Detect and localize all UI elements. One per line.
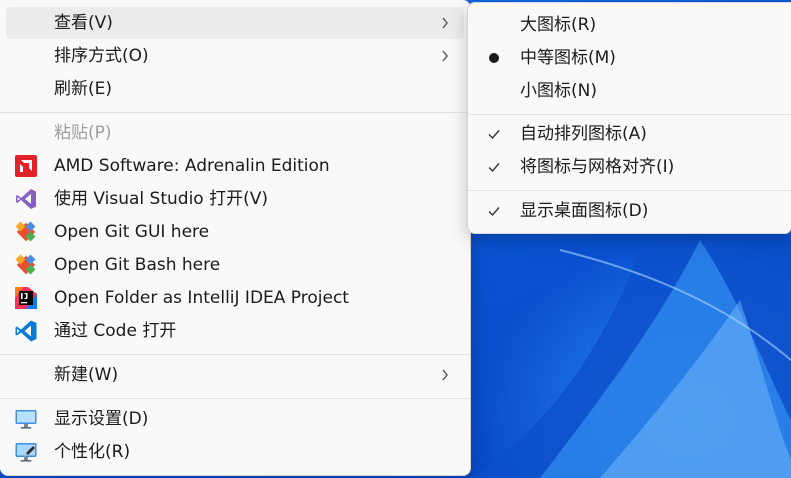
submenu-item-medium-icons-label: 中等图标(M) — [520, 48, 616, 68]
menu-item-sort-by-label: 排序方式(O) — [54, 46, 149, 66]
git-gui-icon — [14, 220, 38, 244]
git-bash-icon — [14, 253, 38, 277]
menu-item-open-git-gui-label: Open Git GUI here — [54, 222, 210, 242]
chevron-right-icon — [442, 17, 448, 29]
submenu-item-show-desktop-icons[interactable]: 显示桌面图标(D) — [474, 195, 785, 227]
vscode-icon — [14, 319, 38, 343]
submenu-item-small-icons-label: 小图标(N) — [520, 81, 597, 101]
desktop-context-menu: 查看(V) 排序方式(O) 刷新(E) 粘贴(P) AMD Software: … — [0, 0, 471, 476]
menu-item-open-intellij-label: Open Folder as IntelliJ IDEA Project — [54, 288, 349, 308]
menu-item-amd-software-label: AMD Software: Adrenalin Edition — [54, 156, 330, 176]
menu-item-refresh-label: 刷新(E) — [54, 79, 113, 99]
submenu-separator — [468, 114, 791, 115]
submenu-item-auto-arrange[interactable]: 自动排列图标(A) — [474, 118, 785, 150]
submenu-item-align-to-grid[interactable]: 将图标与网格对齐(I) — [474, 151, 785, 183]
personalize-icon — [14, 440, 38, 464]
menu-item-personalize[interactable]: 个性化(R) — [6, 436, 464, 468]
menu-item-display-settings-label: 显示设置(D) — [54, 409, 149, 429]
menu-item-view-label: 查看(V) — [54, 13, 113, 33]
menu-item-open-intellij[interactable]: Open Folder as IntelliJ IDEA Project — [6, 282, 464, 314]
submenu-separator — [468, 190, 791, 191]
menu-item-open-git-bash[interactable]: Open Git Bash here — [6, 249, 464, 281]
submenu-item-large-icons[interactable]: 大图标(R) — [474, 9, 785, 41]
visual-studio-icon — [14, 187, 38, 211]
intellij-idea-icon — [14, 286, 38, 310]
menu-separator — [0, 354, 470, 355]
submenu-item-align-to-grid-label: 将图标与网格对齐(I) — [520, 157, 675, 177]
view-submenu: 大图标(R) 中等图标(M) 小图标(N) 自动排列图标(A) 将图标与网格对齐… — [467, 2, 791, 234]
submenu-item-large-icons-label: 大图标(R) — [520, 15, 597, 35]
menu-separator — [0, 398, 470, 399]
menu-item-new-label: 新建(W) — [54, 365, 119, 385]
submenu-item-auto-arrange-label: 自动排列图标(A) — [520, 124, 647, 144]
menu-item-amd-software[interactable]: AMD Software: Adrenalin Edition — [6, 150, 464, 182]
checkmark-icon — [488, 207, 500, 217]
menu-item-new[interactable]: 新建(W) — [6, 359, 464, 391]
chevron-right-icon — [442, 50, 448, 62]
display-settings-icon — [14, 407, 38, 431]
menu-item-open-vscode[interactable]: 通过 Code 打开 — [6, 315, 464, 347]
radio-selected-bullet-icon — [489, 53, 499, 63]
menu-item-open-visual-studio-label: 使用 Visual Studio 打开(V) — [54, 189, 269, 209]
menu-item-open-git-gui[interactable]: Open Git GUI here — [6, 216, 464, 248]
amd-icon — [14, 154, 38, 178]
menu-item-open-visual-studio[interactable]: 使用 Visual Studio 打开(V) — [6, 183, 464, 215]
submenu-item-medium-icons[interactable]: 中等图标(M) — [474, 42, 785, 74]
menu-item-paste-label: 粘贴(P) — [54, 123, 112, 143]
menu-item-refresh[interactable]: 刷新(E) — [6, 73, 464, 105]
menu-item-display-settings[interactable]: 显示设置(D) — [6, 403, 464, 435]
checkmark-icon — [488, 163, 500, 173]
menu-item-open-git-bash-label: Open Git Bash here — [54, 255, 221, 275]
checkmark-icon — [488, 130, 500, 140]
menu-item-paste[interactable]: 粘贴(P) — [6, 117, 464, 149]
chevron-right-icon — [442, 369, 448, 381]
submenu-item-show-desktop-icons-label: 显示桌面图标(D) — [520, 201, 649, 221]
menu-separator — [0, 112, 470, 113]
menu-item-personalize-label: 个性化(R) — [54, 442, 131, 462]
menu-item-open-vscode-label: 通过 Code 打开 — [54, 321, 177, 341]
menu-item-view[interactable]: 查看(V) — [6, 7, 464, 39]
submenu-item-small-icons[interactable]: 小图标(N) — [474, 75, 785, 107]
menu-item-sort-by[interactable]: 排序方式(O) — [6, 40, 464, 72]
